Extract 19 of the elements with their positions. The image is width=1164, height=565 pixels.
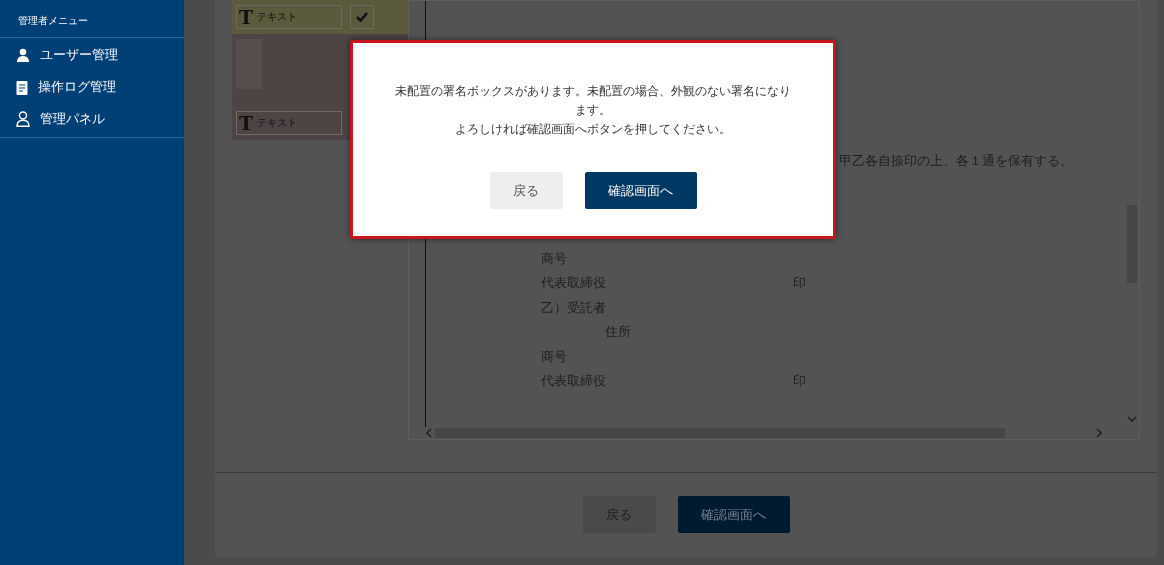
checkbox[interactable]	[350, 5, 374, 29]
sidebar-item[interactable]: ユーザー管理	[0, 39, 184, 71]
text-tool-glyph: T	[239, 6, 254, 28]
back-button[interactable]: 戻る	[489, 172, 563, 209]
scrollbar-thumb[interactable]	[435, 428, 1005, 438]
chevron-down-icon	[1127, 416, 1137, 423]
check-icon	[356, 12, 368, 22]
sidebar-item[interactable]: 管理パネル	[0, 103, 184, 135]
dialog-message: よろしければ確認画面へボタンを押してください。	[454, 121, 732, 138]
dialog-message: 未配置の署名ボックスがあります。未配置の場合、外観のない署名になります。	[394, 83, 792, 119]
text-tool-glyph: T	[239, 112, 254, 134]
confirm-button[interactable]: 確認画面へ	[677, 496, 790, 533]
notepad-icon	[16, 79, 28, 95]
person-outline-icon	[16, 111, 30, 127]
chevron-right-icon	[1096, 428, 1103, 438]
confirm-button[interactable]: 確認画面へ	[584, 172, 697, 209]
sidebar-item[interactable]: 操作ログ管理	[0, 71, 184, 103]
person-icon	[16, 48, 30, 62]
chevron-left-icon	[425, 428, 432, 438]
